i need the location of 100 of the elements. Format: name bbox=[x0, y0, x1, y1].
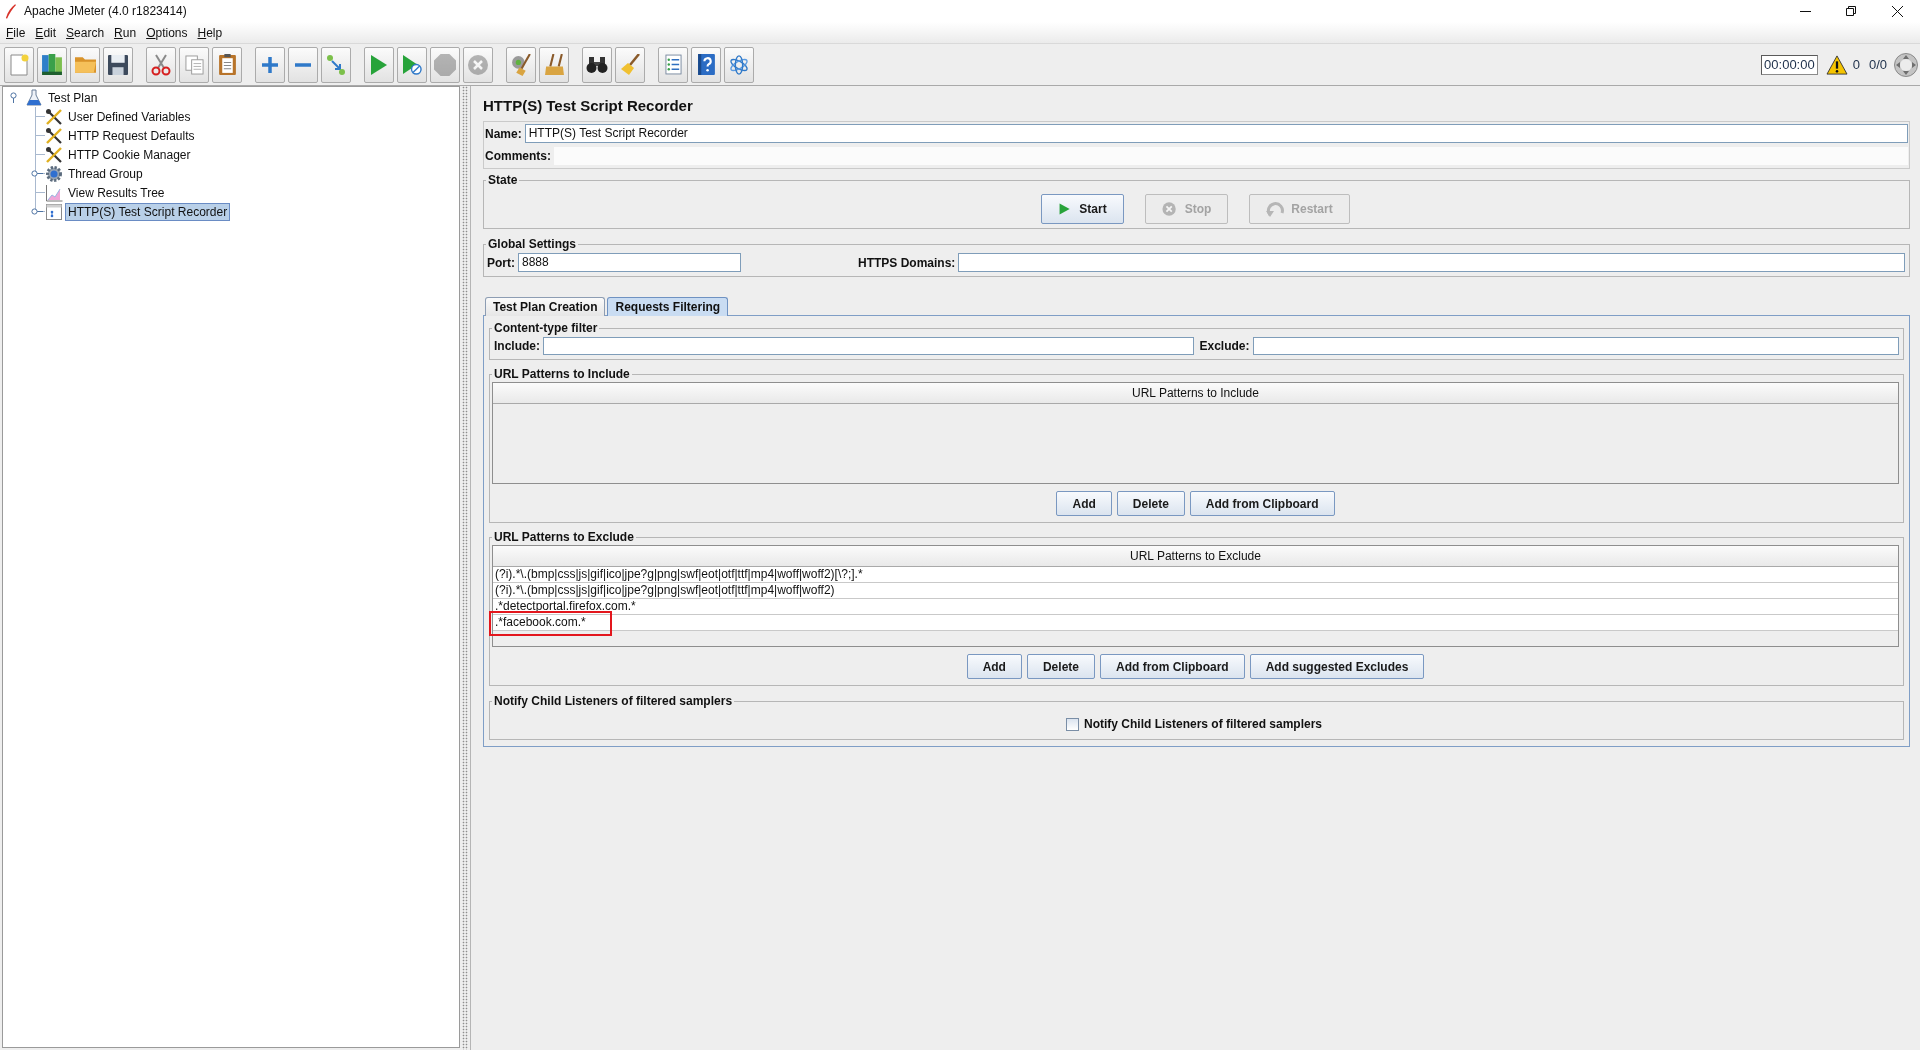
minimize-icon[interactable] bbox=[1799, 10, 1811, 12]
menu-item[interactable]: Help bbox=[192, 23, 228, 42]
copy-icon[interactable] bbox=[184, 54, 204, 75]
start-button[interactable]: Start bbox=[1041, 194, 1124, 224]
broom-icon[interactable] bbox=[620, 54, 640, 75]
start-no-pauses-button[interactable] bbox=[397, 46, 427, 83]
tree-item[interactable]: HTTP Cookie Manager bbox=[65, 145, 194, 164]
field-label: Comments: bbox=[485, 149, 551, 163]
action-button[interactable]: Add from Clipboard bbox=[1189, 491, 1335, 516]
play-circle-icon[interactable] bbox=[402, 54, 422, 75]
tree-item[interactable]: User Defined Variables bbox=[65, 107, 194, 126]
feather-icon bbox=[5, 3, 16, 19]
atom-icon[interactable] bbox=[729, 54, 749, 75]
action-button[interactable]: Add from Clipboard bbox=[1100, 654, 1245, 679]
plus-icon[interactable] bbox=[262, 56, 278, 73]
tab[interactable]: Test Plan Creation bbox=[485, 297, 606, 316]
field-label: HTTPS Domains: bbox=[858, 255, 956, 270]
menu-item[interactable]: Edit bbox=[30, 23, 62, 42]
flask-icon bbox=[25, 88, 43, 107]
document-icon bbox=[45, 202, 63, 221]
binoculars-icon[interactable] bbox=[586, 56, 608, 73]
action-button[interactable]: Delete bbox=[1026, 654, 1095, 679]
table-cell[interactable]: .*detectportal.firefox.com.* bbox=[493, 599, 1898, 615]
table-cell[interactable]: (?i).*\.(bmp|css|js|gif|ico|jpe?g|png|swf|eot|otf|ttf|mp4|woff|woff2)[\?;].* bbox=[493, 567, 1898, 583]
gear-icon bbox=[45, 164, 63, 183]
restore-icon[interactable] bbox=[1846, 6, 1856, 16]
floppy-icon[interactable] bbox=[108, 54, 128, 75]
tab[interactable]: Requests Filtering bbox=[607, 297, 729, 316]
gear-broom-icon[interactable] bbox=[511, 53, 531, 76]
circle-arrows-icon[interactable] bbox=[1894, 52, 1918, 77]
action-button[interactable]: Add bbox=[966, 654, 1022, 679]
expander-icon[interactable] bbox=[31, 170, 43, 177]
folder-icon[interactable] bbox=[74, 56, 96, 73]
group-title: Notify Child Listeners of filtered samplers bbox=[493, 694, 734, 708]
table-cell[interactable]: (?i).*\.(bmp|css|js|gif|ico|jpe?g|png|swf|eot|otf|ttf|mp4|woff|woff2) bbox=[493, 583, 1898, 599]
chart-icon bbox=[45, 183, 63, 202]
reset-search-button[interactable] bbox=[615, 46, 645, 83]
start-button[interactable] bbox=[364, 46, 394, 83]
paste-button[interactable] bbox=[212, 46, 242, 83]
tree-item[interactable]: Test Plan bbox=[45, 88, 101, 107]
cut-button[interactable] bbox=[146, 46, 176, 83]
scissors-icon[interactable] bbox=[151, 53, 171, 76]
toggle-button[interactable] bbox=[321, 46, 351, 83]
save-button[interactable] bbox=[103, 46, 133, 83]
name-field[interactable]: HTTP(S) Test Script Recorder bbox=[524, 124, 1908, 143]
group-title: Global Settings bbox=[487, 237, 577, 251]
group-title: URL Patterns to Include bbox=[493, 367, 631, 381]
panel-title: HTTP(S) Test Script Recorder bbox=[483, 96, 694, 116]
list-icon[interactable] bbox=[664, 54, 682, 75]
clear-all-button[interactable] bbox=[539, 46, 569, 83]
nodes-arrow-icon[interactable] bbox=[327, 54, 345, 75]
error-count: 0 bbox=[1852, 57, 1860, 72]
expander-icon[interactable] bbox=[31, 208, 43, 215]
clipboard-icon[interactable] bbox=[218, 54, 236, 75]
menu-item[interactable]: Search bbox=[61, 23, 110, 42]
copy-button[interactable] bbox=[179, 46, 209, 83]
brooms-icon[interactable] bbox=[544, 54, 564, 75]
tools-icon bbox=[45, 107, 63, 126]
books-icon[interactable] bbox=[42, 54, 62, 75]
exclude-field[interactable] bbox=[1252, 337, 1899, 355]
warning-icon[interactable] bbox=[1825, 54, 1848, 75]
action-button[interactable]: Add suggested Excludes bbox=[1249, 654, 1425, 679]
action-button[interactable]: Add bbox=[1056, 491, 1112, 516]
menu-item[interactable]: Run bbox=[109, 23, 142, 42]
comments-field[interactable] bbox=[554, 147, 1908, 165]
log-viewer-button[interactable] bbox=[724, 46, 754, 83]
group-title: Content-type filter bbox=[493, 321, 599, 335]
window-title: Apache JMeter (4.0 r1823414) bbox=[24, 4, 187, 18]
templates-button[interactable] bbox=[37, 46, 67, 83]
field-label: Name: bbox=[485, 126, 522, 141]
splitter-handle[interactable] bbox=[462, 86, 468, 1050]
tree-item[interactable]: HTTP Request Defaults bbox=[65, 126, 198, 145]
expander-icon[interactable] bbox=[10, 92, 17, 103]
expand-button[interactable] bbox=[255, 46, 285, 83]
tools-icon bbox=[45, 126, 63, 145]
column-header: URL Patterns to Include bbox=[493, 383, 1898, 404]
menu-item[interactable]: File bbox=[1, 23, 31, 42]
collapse-button[interactable] bbox=[288, 46, 318, 83]
checkbox-label: Notify Child Listeners of filtered samplers bbox=[1083, 717, 1323, 731]
tree-item[interactable]: HTTP(S) Test Script Recorder bbox=[65, 202, 231, 221]
clear-button[interactable] bbox=[506, 46, 536, 83]
tools-icon bbox=[45, 145, 63, 164]
play-icon[interactable] bbox=[371, 54, 387, 75]
help-button[interactable] bbox=[691, 46, 721, 83]
checkbox[interactable] bbox=[1065, 717, 1079, 731]
include-field[interactable] bbox=[543, 337, 1194, 355]
https-domains-field[interactable] bbox=[958, 253, 1905, 272]
port-field[interactable]: 8888 bbox=[518, 253, 741, 272]
group-title: URL Patterns to Exclude bbox=[493, 530, 635, 544]
tree-item[interactable]: View Results Tree bbox=[65, 183, 168, 202]
close-icon[interactable] bbox=[1891, 5, 1903, 17]
search-button[interactable] bbox=[582, 46, 612, 83]
column-header: URL Patterns to Exclude bbox=[493, 546, 1898, 567]
menu-item[interactable]: Options bbox=[141, 23, 193, 42]
tree-item[interactable]: Thread Group bbox=[65, 164, 146, 183]
minus-icon[interactable] bbox=[295, 62, 311, 67]
field-label: Port: bbox=[487, 255, 515, 270]
help-icon[interactable] bbox=[697, 54, 715, 75]
action-button[interactable]: Delete bbox=[1116, 491, 1185, 516]
field-label: Exclude: bbox=[1199, 339, 1250, 353]
